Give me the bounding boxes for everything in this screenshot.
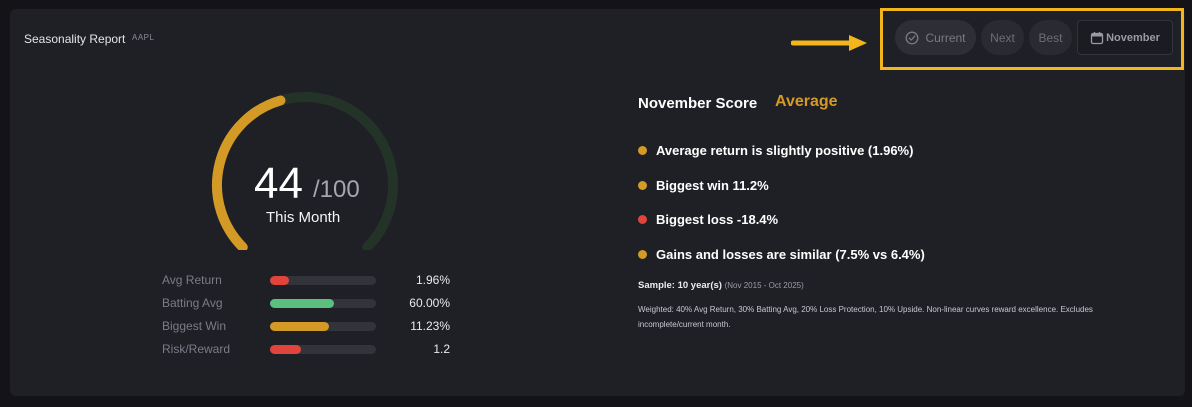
metric-label: Avg Return [162,273,222,287]
metric-bar-fill [270,299,334,308]
annotation-arrow-icon [791,35,867,51]
sample-range: (Nov 2015 - Oct 2025) [724,281,804,290]
insight-item: Biggest win 11.2% [638,177,769,193]
insight-bullet-icon [638,249,647,259]
sample-size: Sample: 10 year(s) [638,280,722,291]
score-value: 44 [254,159,303,208]
current-button-label: Current [925,30,966,45]
metric-bar-fill [270,345,301,354]
metric-value: 1.96% [415,273,450,287]
metric-value: 60.00% [409,296,450,310]
insight-text: Average return is slightly positive (1.9… [656,142,914,158]
metric-value: 11.23% [410,319,450,333]
score-rating-badge: Average [775,93,838,110]
insight-item: Gains and losses are similar (7.5% vs 6.… [638,246,925,262]
metric-bar-track [270,345,376,354]
weighting-note: Weighted: 40% Avg Return, 30% Batting Av… [638,305,1093,329]
insight-text: Biggest win 11.2% [656,177,769,193]
metric-bar-fill [270,276,289,285]
score-period-label: This Month [266,209,341,226]
metric-bar-track [270,276,376,285]
ticker-symbol: AAPL [132,33,155,42]
insight-text: Gains and losses are similar (7.5% vs 6.… [656,246,925,262]
metric-bar-track [270,299,376,308]
metric-bar-fill [270,322,329,331]
score-denominator: /100 [313,176,360,203]
insight-item: Biggest loss -18.4% [638,211,778,227]
metric-label: Biggest Win [162,319,227,333]
metric-label: Batting Avg [162,296,223,310]
metric-value: 1.2 [433,342,450,356]
best-button-label: Best [1038,30,1063,45]
report-title: Seasonality Report [24,32,126,46]
insight-item: Average return is slightly positive (1.9… [638,142,913,158]
sample-info: Sample: 10 year(s) (Nov 2015 - Oct 2025) [638,280,804,291]
next-button-label: Next [990,30,1015,45]
insight-bullet-icon [638,145,647,155]
month-picker-label: November [1106,31,1160,44]
best-button[interactable]: Best [1029,20,1072,55]
metric-label: Risk/Reward [162,342,231,356]
month-picker-button[interactable]: November [1077,20,1173,55]
month-score-heading: November Score [638,95,758,112]
current-button[interactable]: Current [895,20,976,55]
metric-bar-track [270,322,376,331]
next-button[interactable]: Next [981,20,1024,55]
calendar-icon [1090,31,1104,44]
insight-text: Biggest loss -18.4% [656,211,779,227]
insight-bullet-icon [638,180,647,190]
check-circle-icon [906,31,919,44]
insight-bullet-icon [638,214,647,224]
